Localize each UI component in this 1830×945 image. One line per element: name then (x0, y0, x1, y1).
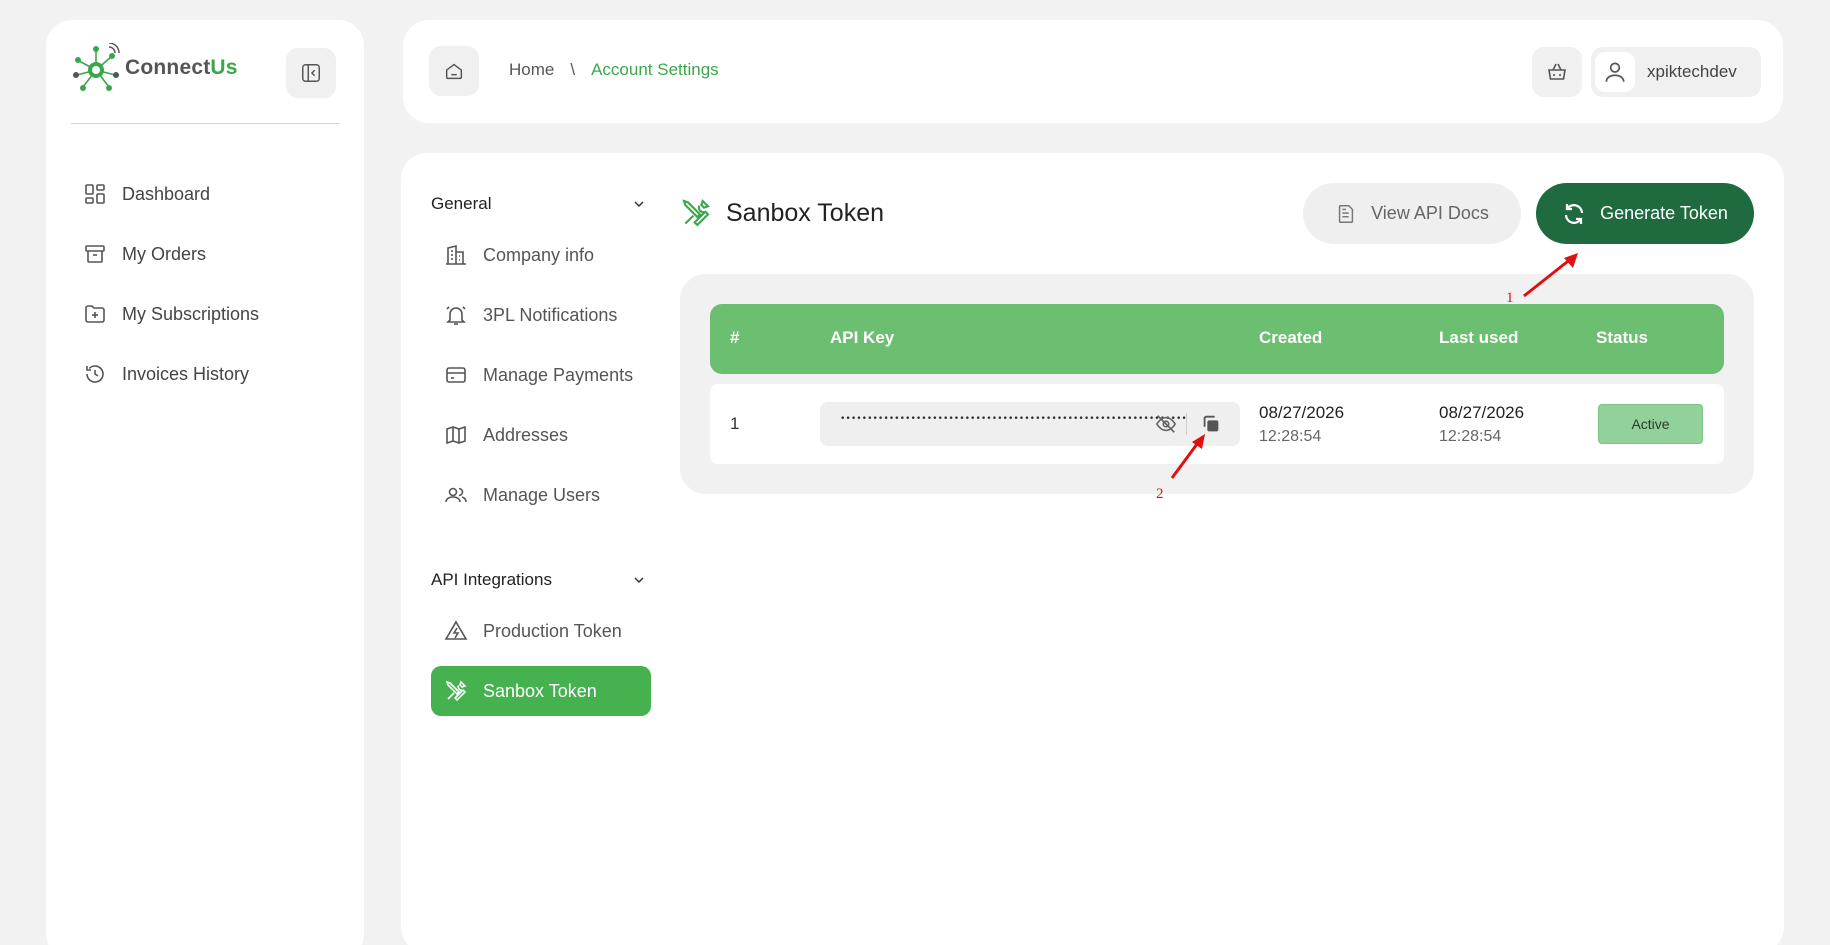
last-used-time: 12:28:54 (1439, 428, 1502, 445)
settings-item-label: Company info (483, 244, 595, 265)
col-header-api-key: API Key (830, 328, 895, 347)
tools-icon (682, 199, 710, 227)
api-key-masked-value: ••••••••••••••••••••••••••••••••••••••••… (840, 414, 1187, 424)
col-header-last-used: Last used (1439, 328, 1519, 347)
row-index: 1 (730, 414, 740, 433)
bell-icon (443, 302, 469, 328)
brand-logo[interactable]: ConnectUs (71, 43, 238, 93)
tools-icon (443, 678, 469, 704)
table-row: 1 ••••••••••••••••••••••••••••••••••••••… (710, 384, 1724, 464)
top-header: Home \ Account Settings xpiktechdev (403, 20, 1783, 123)
collapse-sidebar-button[interactable] (286, 48, 336, 98)
sidebar-divider (71, 123, 339, 124)
col-header-created: Created (1259, 328, 1323, 347)
sidebar-item-label: My Subscriptions (122, 303, 260, 324)
credit-card-icon (443, 362, 469, 388)
status-badge: Active (1598, 404, 1703, 444)
header-actions: View API Docs Generate Token (1303, 183, 1754, 244)
users-icon (443, 482, 469, 508)
breadcrumb: Home \ Account Settings (509, 60, 719, 80)
settings-item-company-info[interactable]: Company info (431, 230, 651, 280)
group-title: API Integrations (431, 570, 552, 589)
annotation-label-2: 2 (1156, 486, 1164, 502)
history-clock-icon (82, 361, 108, 387)
lightning-warning-icon (443, 618, 469, 644)
basket-icon (1548, 63, 1566, 80)
user-icon (1605, 62, 1625, 82)
sidebar-item-label: Dashboard (122, 183, 211, 204)
user-menu[interactable]: xpiktechdev (1591, 47, 1761, 97)
last-used-date: 08/27/2026 (1439, 403, 1525, 422)
settings-item-manage-users[interactable]: Manage Users (431, 470, 651, 520)
cart-button[interactable] (1532, 47, 1582, 97)
generate-token-button[interactable]: Generate Token (1536, 183, 1754, 244)
col-header-index: # (730, 328, 740, 347)
chevron-down-icon (634, 577, 644, 584)
sidebar-item-invoices-history[interactable]: Invoices History (82, 344, 259, 404)
page-title: Sanbox Token (726, 198, 884, 227)
view-api-docs-button[interactable]: View API Docs (1303, 183, 1521, 244)
group-title: General (431, 194, 492, 213)
brand-name: ConnectUs (125, 56, 238, 79)
settings-item-label: Sanbox Token (483, 680, 597, 701)
network-logo-icon (73, 43, 120, 91)
table-header: # API Key Created Last used Status (710, 304, 1724, 374)
sidebar-item-dashboard[interactable]: Dashboard (82, 164, 259, 224)
avatar (1595, 52, 1635, 92)
refresh-icon (1565, 203, 1584, 224)
settings-item-label: Manage Payments (483, 364, 634, 385)
settings-item-manage-payments[interactable]: Manage Payments (431, 350, 651, 400)
settings-item-addresses[interactable]: Addresses (431, 410, 651, 460)
created-time: 12:28:54 (1259, 428, 1322, 445)
token-table: # API Key Created Last used Status 1 •••… (680, 274, 1754, 494)
sidebar-nav: Dashboard My Orders My Subscriptions Inv… (82, 164, 259, 404)
sidebar-item-label: My Orders (122, 243, 207, 264)
building-icon (443, 242, 469, 268)
last-used-datetime: 08/27/2026 12:28:54 (1439, 401, 1524, 449)
archive-box-icon (82, 241, 108, 267)
settings-item-label: Production Token (483, 620, 622, 641)
breadcrumb-home-link[interactable]: Home (509, 60, 554, 80)
map-icon (443, 422, 469, 448)
home-button[interactable] (429, 46, 479, 96)
settings-item-3pl-notifications[interactable]: 3PL Notifications (431, 290, 651, 340)
sidebar-item-my-subscriptions[interactable]: My Subscriptions (82, 284, 259, 344)
content-area: Sanbox Token View API Docs Generate Toke… (680, 183, 1754, 494)
breadcrumb-separator: \ (570, 60, 576, 79)
group-general-toggle[interactable]: General (431, 178, 651, 230)
chevron-down-icon (634, 201, 644, 208)
folder-plus-icon (82, 301, 108, 327)
breadcrumb-current: Account Settings (591, 60, 719, 79)
generate-token-label: Generate Token (1600, 203, 1728, 223)
created-datetime: 08/27/2026 12:28:54 (1259, 401, 1344, 449)
username: xpiktechdev (1647, 62, 1737, 81)
annotation-arrow-2 (1170, 434, 1205, 479)
settings-item-label: Manage Users (483, 484, 601, 505)
settings-nav: General Company info 3PL Notifications M… (431, 178, 651, 726)
sidebar: ConnectUs Dashboard My Orders My Subscri… (46, 20, 364, 945)
settings-item-label: 3PL Notifications (483, 304, 618, 325)
page-header: Sanbox Token View API Docs Generate Toke… (680, 183, 1754, 244)
annotation-label-1: 1 (1506, 290, 1514, 306)
sidebar-item-label: Invoices History (122, 363, 250, 384)
view-api-docs-label: View API Docs (1371, 203, 1489, 223)
settings-item-production-token[interactable]: Production Token (431, 606, 651, 656)
settings-item-sanbox-token[interactable]: Sanbox Token (431, 666, 651, 716)
home-icon (445, 63, 463, 80)
sidebar-item-my-orders[interactable]: My Orders (82, 224, 259, 284)
created-date: 08/27/2026 (1259, 403, 1345, 422)
annotation-arrow-1 (1523, 253, 1578, 298)
dashboard-icon (82, 181, 108, 207)
group-api-integrations-toggle[interactable]: API Integrations (431, 554, 651, 606)
sidebar-collapse-icon (302, 64, 320, 82)
settings-item-label: Addresses (483, 424, 569, 445)
document-icon (1338, 204, 1354, 223)
col-header-status: Status (1596, 328, 1648, 347)
